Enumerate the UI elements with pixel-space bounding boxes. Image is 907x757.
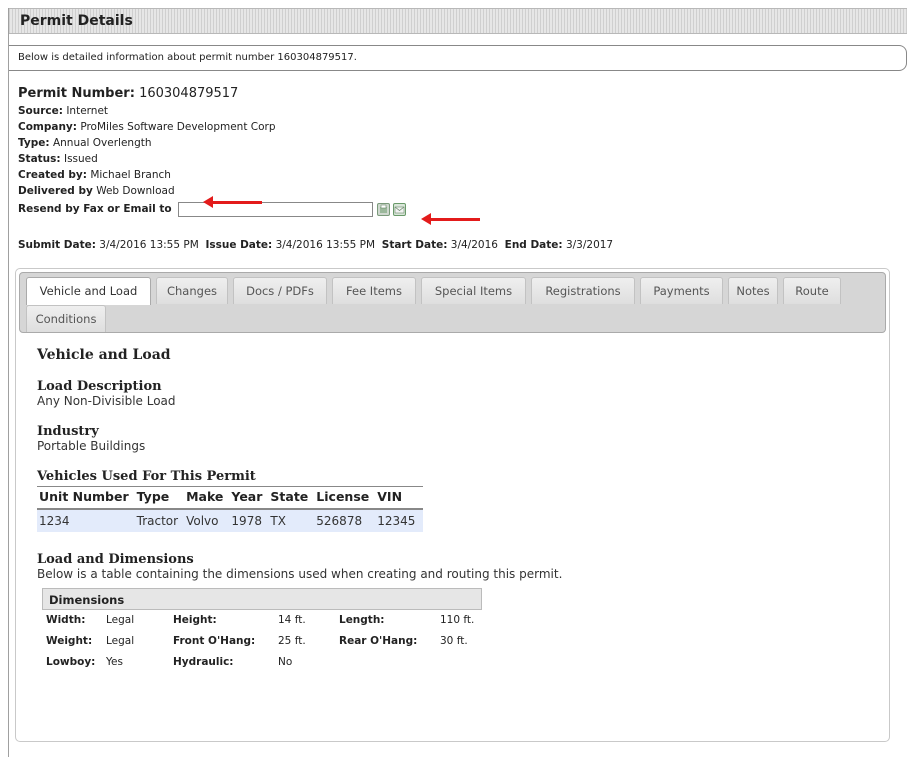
- resend-row: Resend by Fax or Email to: [18, 199, 907, 219]
- tab-payments[interactable]: Payments: [640, 277, 723, 304]
- tab-changes[interactable]: Changes: [156, 277, 228, 304]
- tab-fee-items[interactable]: Fee Items: [332, 277, 416, 304]
- dimensions-row-1: Width: Legal Height: 14 ft. Length: 110 …: [46, 610, 889, 631]
- width-value: Legal: [106, 614, 135, 626]
- height-label: Height:: [173, 614, 217, 626]
- created-label: Created by:: [18, 169, 87, 181]
- front-ohang-value: 25 ft.: [278, 635, 306, 647]
- tab-content: Vehicle and Load Load Description Any No…: [16, 347, 889, 673]
- permit-number-row: Permit Number: 160304879517: [18, 85, 907, 103]
- cell-unit-number: 1234: [37, 509, 137, 532]
- resend-label: Resend by Fax or Email to: [18, 203, 172, 215]
- rear-ohang-value: 30 ft.: [440, 635, 468, 647]
- status-value: Issued: [63, 153, 98, 165]
- company-value: ProMiles Software Development Corp: [80, 121, 276, 133]
- col-type: Type: [136, 486, 187, 510]
- issue-date-label: Issue Date:: [205, 239, 273, 251]
- length-label: Length:: [339, 614, 385, 626]
- tab-vehicle-and-load[interactable]: Vehicle and Load: [26, 277, 151, 305]
- hydraulic-value: No: [278, 656, 293, 668]
- tab-special-items[interactable]: Special Items: [421, 277, 526, 304]
- col-vin: VIN: [377, 486, 424, 510]
- col-state: State: [270, 486, 317, 510]
- source-row: Source: Internet: [18, 103, 907, 119]
- load-description-label: Load Description: [37, 379, 162, 394]
- annotation-arrow-delivered: [203, 196, 262, 208]
- hydraulic-label: Hydraulic:: [173, 656, 234, 668]
- dimensions-row-2: Weight: Legal Front O'Hang: 25 ft. Rear …: [46, 631, 889, 652]
- weight-label: Weight:: [46, 635, 93, 647]
- cell-year: 1978: [231, 509, 271, 532]
- submit-date-label: Submit Date:: [18, 239, 96, 251]
- source-value: Internet: [66, 105, 109, 117]
- issue-date-value: 3/4/2016 13:55 PM: [275, 239, 376, 251]
- permit-number-label: Permit Number:: [18, 86, 135, 101]
- vehicles-header-row: Unit Number Type Make Year State License…: [37, 486, 424, 510]
- tab-bar: Vehicle and Load Changes Docs / PDFs Fee…: [19, 272, 886, 333]
- vehicles-title: Vehicles Used For This Permit: [37, 469, 256, 484]
- dimensions-title: Load and Dimensions: [37, 552, 194, 567]
- tab-notes[interactable]: Notes: [728, 277, 778, 304]
- permit-number-value: 160304879517: [139, 86, 239, 101]
- table-row[interactable]: 1234 Tractor Volvo 1978 TX 526878 12345: [37, 509, 424, 532]
- dates-row: Submit Date: 3/4/2016 13:55 PM Issue Dat…: [18, 237, 907, 253]
- fax-icon[interactable]: [376, 202, 390, 216]
- industry-value: Portable Buildings: [37, 439, 146, 453]
- end-date-value: 3/3/2017: [565, 239, 614, 251]
- end-date-label: End Date:: [504, 239, 563, 251]
- created-row: Created by: Michael Branch: [18, 167, 907, 183]
- status-row: Status: Issued: [18, 151, 907, 167]
- annotation-arrow-resend: [421, 213, 480, 225]
- col-year: Year: [231, 486, 271, 510]
- content-title: Vehicle and Load: [37, 347, 171, 363]
- dimensions-description: Below is a table containing the dimensio…: [37, 567, 563, 581]
- col-unit-number: Unit Number: [37, 486, 137, 510]
- cell-vin: 12345: [377, 509, 424, 532]
- width-label: Width:: [46, 614, 86, 626]
- col-license: License: [316, 486, 378, 510]
- front-ohang-label: Front O'Hang:: [173, 635, 256, 647]
- rear-ohang-label: Rear O'Hang:: [339, 635, 418, 647]
- weight-value: Legal: [106, 635, 135, 647]
- lowboy-label: Lowboy:: [46, 656, 96, 668]
- height-value: 14 ft.: [278, 614, 306, 626]
- intro-text: Below is detailed information about perm…: [9, 45, 907, 71]
- email-icon[interactable]: [392, 202, 406, 216]
- length-value: 110 ft.: [440, 614, 475, 626]
- dimensions-grid: Width: Legal Height: 14 ft. Length: 110 …: [46, 610, 889, 673]
- load-description-value: Any Non-Divisible Load: [37, 394, 176, 408]
- tab-route[interactable]: Route: [783, 277, 841, 304]
- tab-registrations[interactable]: Registrations: [531, 277, 635, 304]
- company-label: Company:: [18, 121, 77, 133]
- lowboy-value: Yes: [106, 656, 123, 668]
- cell-license: 526878: [316, 509, 378, 532]
- type-row: Type: Annual Overlength: [18, 135, 907, 151]
- col-make: Make: [186, 486, 232, 510]
- start-date-label: Start Date:: [381, 239, 448, 251]
- start-date-value: 3/4/2016: [450, 239, 498, 251]
- delivered-row: Delivered by Web Download: [18, 183, 907, 199]
- dimensions-row-3: Lowboy: Yes Hydraulic: No: [46, 652, 889, 673]
- type-label: Type:: [18, 137, 50, 149]
- source-label: Source:: [18, 105, 63, 117]
- panel-title: Permit Details: [9, 8, 907, 34]
- company-row: Company: ProMiles Software Development C…: [18, 119, 907, 135]
- cell-type: Tractor: [136, 509, 187, 532]
- tab-conditions[interactable]: Conditions: [26, 305, 106, 332]
- submit-date-value: 3/4/2016 13:55 PM: [99, 239, 199, 251]
- delivered-value: Web Download: [96, 185, 175, 197]
- tab-container: Vehicle and Load Changes Docs / PDFs Fee…: [15, 268, 890, 742]
- permit-info: Permit Number: 160304879517 Source: Inte…: [9, 85, 907, 253]
- created-value: Michael Branch: [90, 169, 171, 181]
- cell-state: TX: [270, 509, 317, 532]
- dimensions-header: Dimensions: [42, 588, 482, 610]
- cell-make: Volvo: [186, 509, 232, 532]
- type-value: Annual Overlength: [52, 137, 152, 149]
- tab-docs-pdfs[interactable]: Docs / PDFs: [233, 277, 327, 304]
- status-label: Status:: [18, 153, 61, 165]
- industry-label: Industry: [37, 424, 99, 439]
- vehicles-table: Unit Number Type Make Year State License…: [37, 486, 424, 532]
- delivered-label: Delivered by: [18, 185, 93, 197]
